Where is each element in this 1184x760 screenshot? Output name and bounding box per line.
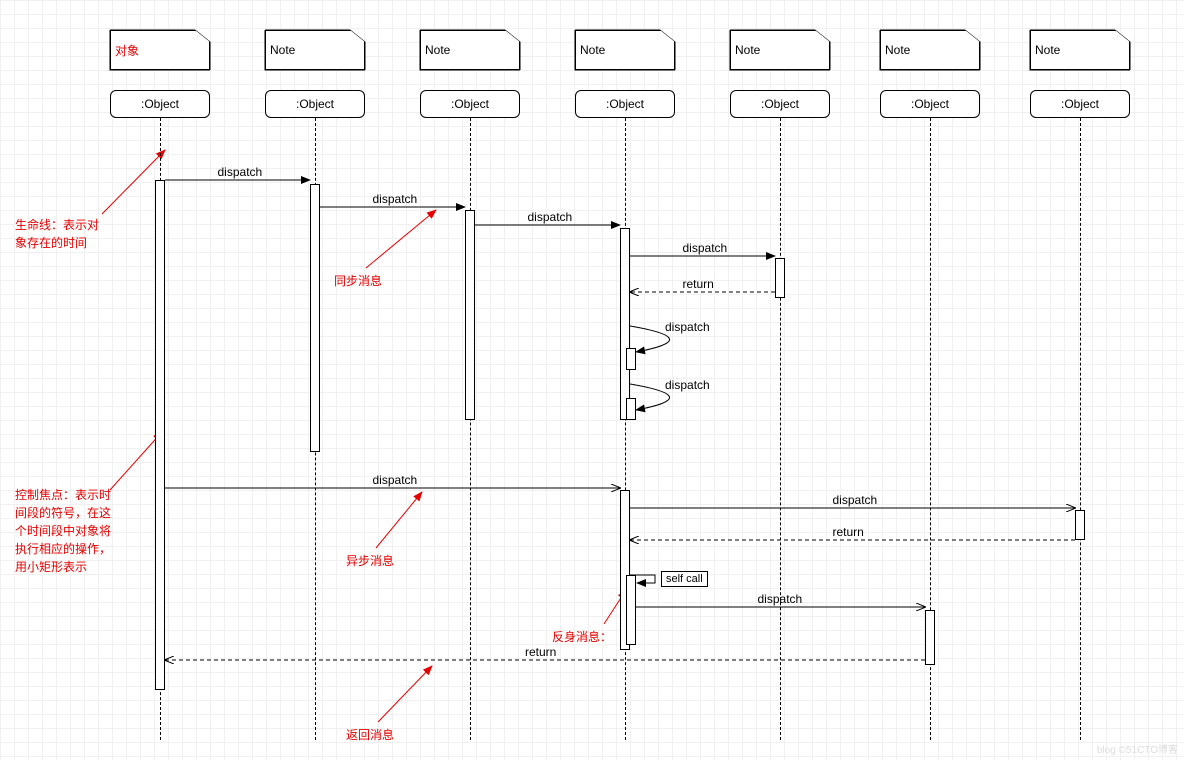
activation-bar [465, 210, 475, 420]
activation-bar [626, 398, 636, 420]
activation-bar [775, 258, 785, 298]
activation-bar [310, 184, 320, 452]
message-label: dispatch [665, 320, 710, 334]
annotation: 异步消息 [346, 552, 394, 570]
activation-bar [925, 610, 935, 665]
note-box: 对象 [110, 30, 210, 70]
note-box: Note [265, 30, 365, 70]
activation-bar [626, 348, 636, 370]
annotation: 返回消息 [346, 726, 394, 744]
object-box: :Object [880, 90, 980, 118]
object-box: :Object [265, 90, 365, 118]
message-label: dispatch [373, 473, 418, 487]
message-label: dispatch [833, 493, 878, 507]
message-label: return [525, 645, 556, 659]
note-box: Note [420, 30, 520, 70]
message-label: dispatch [683, 241, 728, 255]
object-box: :Object [1030, 90, 1130, 118]
note-box: Note [880, 30, 980, 70]
object-box: :Object [110, 90, 210, 118]
object-box: :Object [420, 90, 520, 118]
message-label: dispatch [218, 165, 263, 179]
message-label: return [833, 525, 864, 539]
message-label: dispatch [758, 592, 803, 606]
object-box: :Object [730, 90, 830, 118]
annotation: 反身消息： [552, 628, 612, 646]
lifeline [780, 118, 781, 740]
annotation: 控制焦点：表示时间段的符号，在这个时间段中对象将执行相应的操作，用小矩形表示 [15, 486, 111, 576]
message-label: return [683, 277, 714, 291]
note-box: Note [730, 30, 830, 70]
message-label: dispatch [665, 378, 710, 392]
note-box: Note [575, 30, 675, 70]
message-label: dispatch [373, 192, 418, 206]
activation-bar [1075, 510, 1085, 540]
activation-bar [620, 228, 630, 420]
annotation: 同步消息 [334, 272, 382, 290]
note-box: Note [1030, 30, 1130, 70]
activation-bar [626, 575, 636, 645]
message-label: dispatch [528, 210, 573, 224]
activation-bar [155, 180, 165, 690]
watermark: blog ©51CTO博客 [1097, 741, 1178, 756]
self-call-label: self call [661, 571, 708, 587]
annotation: 生命线：表示对象存在的时间 [15, 216, 99, 252]
lifeline [1080, 118, 1081, 740]
object-box: :Object [575, 90, 675, 118]
